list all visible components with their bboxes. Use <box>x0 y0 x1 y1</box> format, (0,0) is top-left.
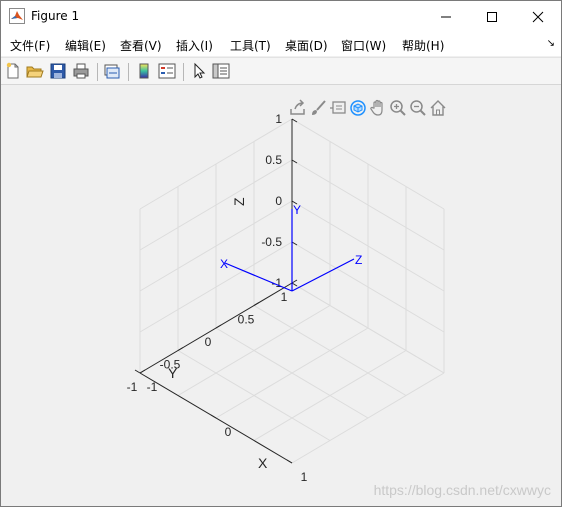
y-tick-mark <box>215 324 222 329</box>
z-tick-label: -0.5 <box>261 235 282 249</box>
z-tick-mark <box>291 241 298 246</box>
z-tick-label: 0 <box>275 194 282 208</box>
z-tick-mark <box>291 118 298 123</box>
x-tick-mark <box>210 414 217 419</box>
figure-window: Figure 1 文件(F) 编辑(E) 查看(V) 插入(I) 工具(T) 桌… <box>0 0 562 507</box>
x-tick-label: 1 <box>301 470 308 484</box>
y-tick-mark <box>177 347 184 351</box>
series-label-y: Y <box>293 203 301 217</box>
z-tick-mark <box>291 159 298 164</box>
z-tick-label: 0.5 <box>265 153 282 167</box>
watermark: https://blog.csdn.net/cxwwyc <box>373 482 551 498</box>
y-tick-mark <box>139 369 146 374</box>
y-tick-label: -1 <box>127 380 138 394</box>
tick-labels: -1-0.500.51-1-0.500.51-101 <box>127 112 308 484</box>
y-axis-label: Y <box>168 365 178 381</box>
y-tick-label: 0.5 <box>238 313 255 327</box>
y-tick-mark <box>291 279 298 284</box>
y-tick-mark <box>253 302 260 306</box>
3d-axes[interactable]: -1-0.500.51-1-0.500.51-101 XYZ X Y Z <box>1 1 561 506</box>
x-tick-label: 0 <box>225 425 232 439</box>
z-tick-label: 1 <box>275 112 282 126</box>
series-label-x: X <box>220 257 228 271</box>
series-label-z: Z <box>355 253 362 267</box>
x-tick-mark <box>134 369 141 374</box>
vector-series: X Y Z <box>220 203 362 292</box>
x-tick-mark <box>286 459 293 464</box>
y-tick-label: 0 <box>205 335 212 349</box>
series-line-z <box>291 258 355 292</box>
z-axis-label: Z <box>231 197 247 206</box>
x-tick-label: -1 <box>147 380 158 394</box>
z-tick-mark <box>291 282 298 287</box>
y-tick-label: 1 <box>281 290 288 304</box>
x-axis-label: X <box>258 455 268 471</box>
